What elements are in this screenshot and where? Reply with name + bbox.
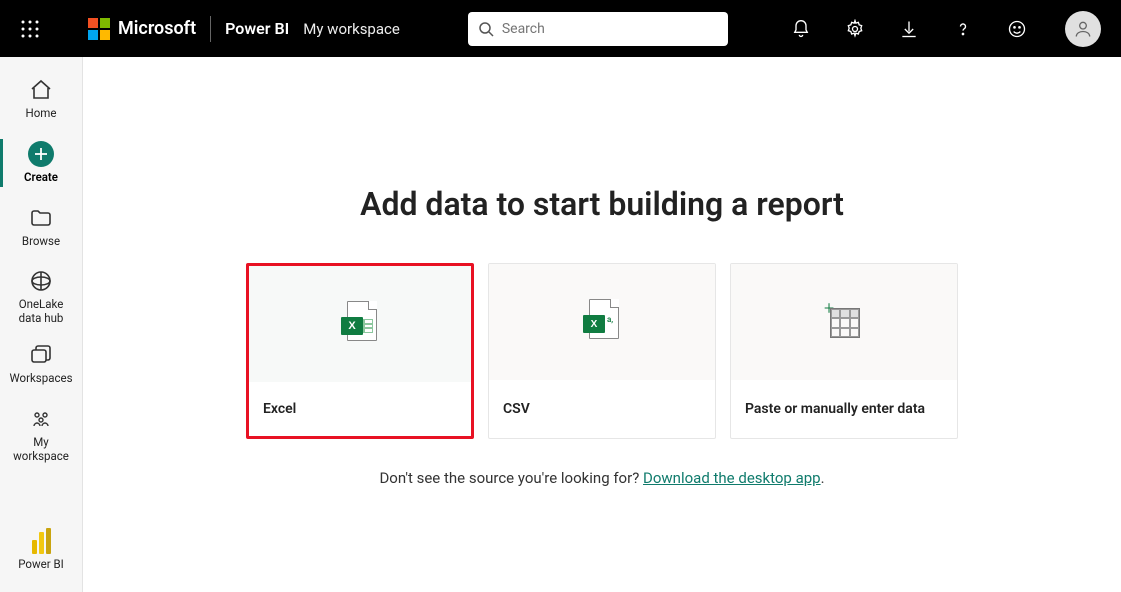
sidebar-item-onelake[interactable]: OneLake data hub [0,258,82,332]
help-button[interactable] [947,13,979,45]
body: Home Create Browse OneLake data hub [0,57,1121,592]
csv-file-icon: Xa, [583,299,621,345]
person-icon [1073,19,1093,39]
source-cards: X Excel Xa, CSV [246,263,958,439]
card-label: CSV [503,400,530,419]
hint-line: Don't see the source you're looking for?… [379,469,824,487]
card-label: Excel [263,400,296,419]
sidebar-item-powerbi[interactable]: Power BI [0,518,82,582]
download-desktop-link[interactable]: Download the desktop app [643,469,821,487]
question-icon [953,19,973,39]
hint-suffix: . [821,469,825,487]
source-card-paste[interactable]: + Paste or manually enter data [730,263,958,439]
account-avatar[interactable] [1065,11,1101,47]
notifications-button[interactable] [785,13,817,45]
feedback-button[interactable] [1001,13,1033,45]
sidebar-item-label: Home [26,107,57,121]
download-button[interactable] [893,13,925,45]
smiley-icon [1007,19,1027,39]
excel-file-icon: X [341,301,379,347]
sidebar-item-home[interactable]: Home [0,67,82,131]
gear-icon [845,19,865,39]
settings-button[interactable] [839,13,871,45]
app-root: Microsoft Power BI My workspace [0,0,1121,592]
microsoft-logo-icon [88,18,110,40]
brand: Microsoft [88,18,196,40]
source-card-csv[interactable]: Xa, CSV [488,263,716,439]
source-card-excel[interactable]: X Excel [246,263,474,439]
header-bar: Microsoft Power BI My workspace [0,0,1121,57]
create-icon [28,141,54,167]
main-content: Add data to start building a report X Ex… [83,57,1121,592]
page-title: Add data to start building a report [360,185,844,223]
header-actions [785,11,1109,47]
sidebar-item-workspaces[interactable]: Workspaces [0,332,82,396]
header-divider [210,16,211,42]
search-box[interactable] [468,12,728,46]
sidebar-item-label: My workspace [13,436,69,464]
waffle-icon [21,20,39,38]
powerbi-icon [30,528,52,554]
download-icon [899,19,919,39]
sidebar-item-create[interactable]: Create [0,131,82,195]
app-launcher-button[interactable] [12,11,48,47]
brand-text: Microsoft [118,18,196,39]
search-input[interactable] [502,21,718,37]
sidebar-item-label: Create [24,171,58,185]
onelake-icon [28,268,54,294]
card-label: Paste or manually enter data [745,400,925,419]
myworkspace-icon [28,406,54,432]
sidebar-item-label: OneLake data hub [19,298,64,326]
bell-icon [791,19,811,39]
sidebar-item-myworkspace[interactable]: My workspace [0,396,82,470]
sidebar-item-browse[interactable]: Browse [0,195,82,259]
workspaces-icon [28,342,54,368]
sidebar-item-label: Power BI [18,558,64,572]
home-icon [28,77,54,103]
sidebar-item-label: Browse [22,235,60,249]
sidebar: Home Create Browse OneLake data hub [0,57,83,592]
folder-icon [28,205,54,231]
search-icon [478,21,494,37]
sidebar-item-label: Workspaces [9,372,72,386]
product-name: Power BI [225,19,289,38]
hint-prefix: Don't see the source you're looking for? [379,469,643,487]
manual-data-icon: + [824,302,864,342]
workspace-breadcrumb[interactable]: My workspace [303,20,400,38]
